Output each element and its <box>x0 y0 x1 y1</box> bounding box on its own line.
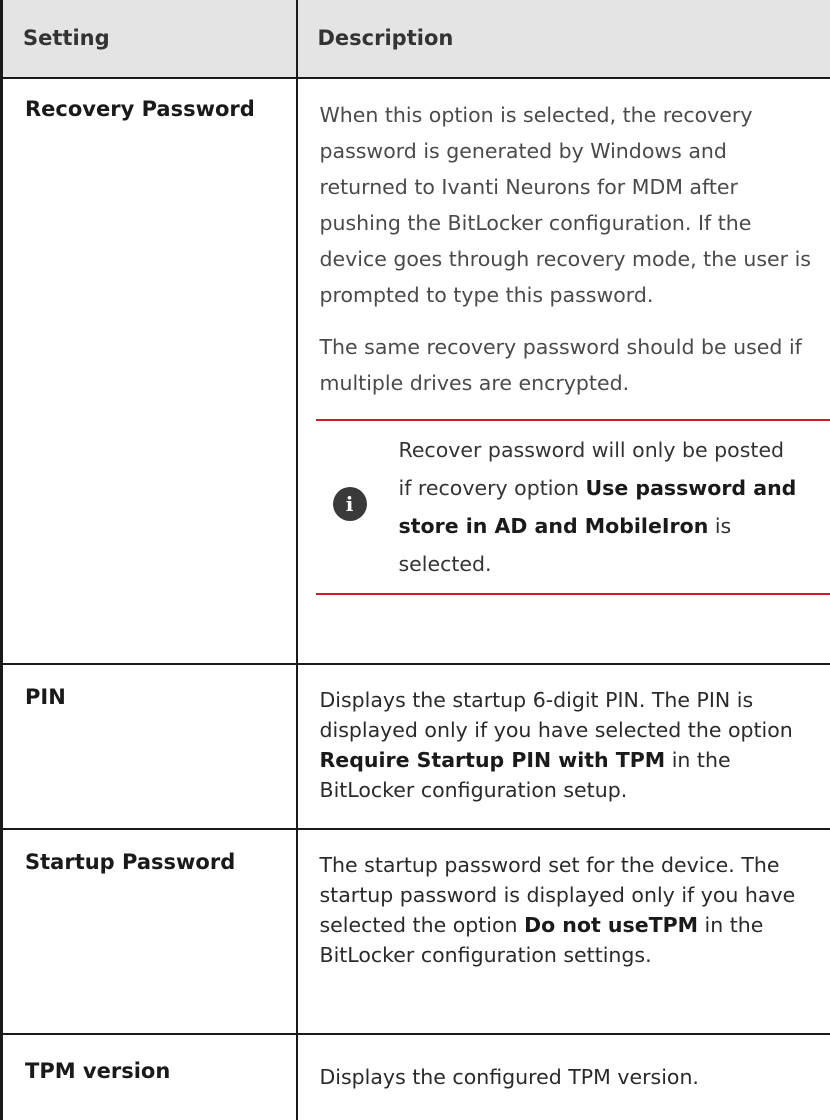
setting-description: Displays the startup 6-digit PIN. The PI… <box>295 663 830 830</box>
description-bold-option: Require Startup PIN with TPM <box>319 748 666 772</box>
setting-description: When this option is selected, the recove… <box>295 77 830 665</box>
table-row: PIN Displays the startup 6-digit PIN. Th… <box>0 663 830 830</box>
column-header-description: Description <box>295 0 830 79</box>
table-row: TPM version Displays the configured TPM … <box>0 1033 830 1120</box>
setting-name: TPM version <box>0 1033 298 1120</box>
table-header-row: Setting Description <box>0 0 830 79</box>
description-paragraph: When this option is selected, the recove… <box>319 103 811 307</box>
setting-name: Recovery Password <box>0 77 298 665</box>
description-text-before: Displays the startup 6-digit PIN. The PI… <box>319 688 793 742</box>
description-bold-option: Do not useTPM <box>524 913 699 937</box>
setting-name: PIN <box>0 663 298 830</box>
table-row: Recovery Password When this option is se… <box>0 77 830 665</box>
setting-description: The startup password set for the device.… <box>295 828 830 1035</box>
column-header-setting: Setting <box>0 0 298 79</box>
setting-name: Startup Password <box>0 828 298 1035</box>
table-row: Startup Password The startup password se… <box>0 828 830 1035</box>
note-text: Recover password will only be posted if … <box>399 431 803 583</box>
setting-description: Displays the configured TPM version. <box>295 1033 830 1120</box>
info-note: i Recover password will only be posted i… <box>315 419 830 595</box>
settings-table: Setting Description Recovery Password Wh… <box>0 0 830 1120</box>
description-paragraph: The same recovery password should be use… <box>319 335 802 395</box>
info-icon: i <box>332 487 367 521</box>
